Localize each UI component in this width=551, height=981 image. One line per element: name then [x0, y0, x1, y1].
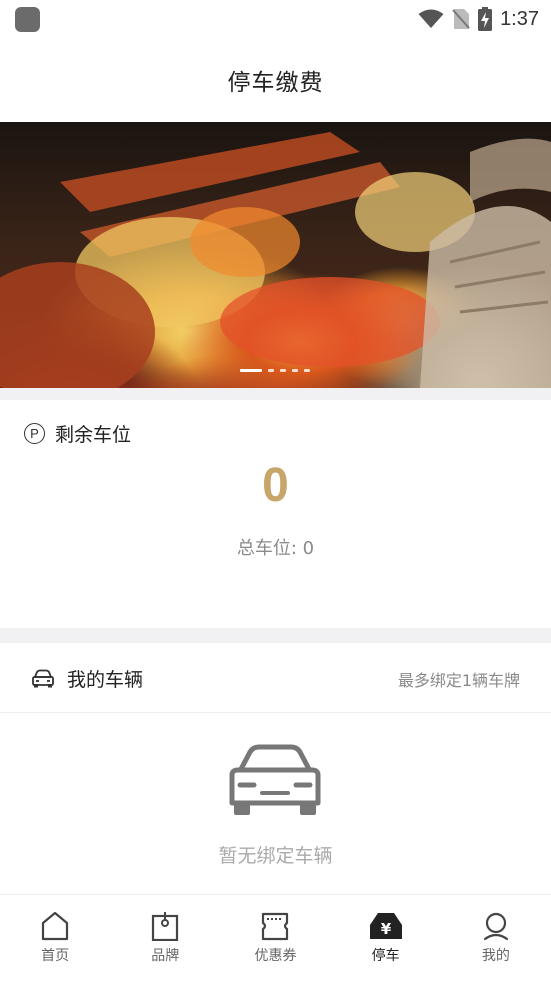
- my-vehicle-header[interactable]: 我的车辆 最多绑定1辆车牌: [0, 643, 551, 713]
- battery-charging-icon: [478, 7, 493, 31]
- no-vehicle-text: 暂无绑定车辆: [218, 845, 333, 867]
- status-time: 1:37: [500, 7, 539, 30]
- carousel-indicator: [240, 369, 310, 372]
- wifi-icon: [418, 9, 444, 28]
- svg-text:¥: ¥: [380, 920, 391, 938]
- carousel-dot[interactable]: [240, 369, 262, 372]
- status-icons: 1:37: [418, 6, 539, 32]
- tab-brand[interactable]: 品牌: [110, 895, 220, 981]
- home-icon: [41, 911, 69, 941]
- profile-icon: [483, 912, 508, 941]
- app-icon: [15, 7, 40, 32]
- brand-tag-icon: [152, 912, 179, 941]
- total-spaces-text: 总车位: 0: [236, 538, 315, 559]
- carousel-dot[interactable]: [292, 369, 298, 372]
- tab-label: 首页: [41, 948, 70, 964]
- tab-label: 品牌: [151, 948, 180, 964]
- remaining-spaces-label: 剩余车位: [55, 424, 132, 446]
- tab-label: 我的: [481, 948, 510, 964]
- page-header: 停车缴费: [0, 38, 551, 122]
- tab-profile[interactable]: 我的: [441, 895, 551, 981]
- car-outline-icon: [32, 669, 54, 687]
- section-divider: [0, 628, 551, 643]
- tab-coupon[interactable]: 优惠券: [220, 895, 330, 981]
- my-vehicle-section: 我的车辆 最多绑定1辆车牌 暂无绑定车辆: [0, 643, 551, 894]
- bind-limit-note: 最多绑定1辆车牌: [397, 671, 520, 690]
- parking-circle-icon: P: [24, 423, 45, 444]
- banner-carousel[interactable]: [0, 122, 551, 388]
- page-title: 停车缴费: [227, 70, 324, 96]
- tab-label: 优惠券: [254, 948, 297, 964]
- no-sim-icon: [452, 9, 470, 29]
- bottom-tab-bar: 首页 品牌 优惠券 ¥ 停车 我的: [0, 894, 551, 981]
- carousel-dot[interactable]: [304, 369, 310, 372]
- tab-label: 停车: [371, 948, 400, 964]
- carousel-dot[interactable]: [280, 369, 286, 372]
- my-vehicle-title: 我的车辆: [67, 669, 144, 691]
- car-front-icon: [229, 744, 321, 815]
- parking-header: P 剩余车位: [24, 420, 131, 447]
- section-divider: [0, 388, 551, 400]
- coupon-icon: [262, 912, 289, 941]
- banner-image: [0, 132, 551, 388]
- status-bar: 1:37: [0, 0, 551, 38]
- parking-payment-icon: ¥: [369, 913, 402, 939]
- carousel-dot[interactable]: [268, 369, 274, 372]
- tab-parking[interactable]: ¥ 停车: [331, 895, 441, 981]
- parking-section: P 剩余车位 0 总车位: 0: [0, 400, 551, 628]
- tab-home[interactable]: 首页: [0, 895, 110, 981]
- remaining-spaces-count: 0: [262, 459, 289, 512]
